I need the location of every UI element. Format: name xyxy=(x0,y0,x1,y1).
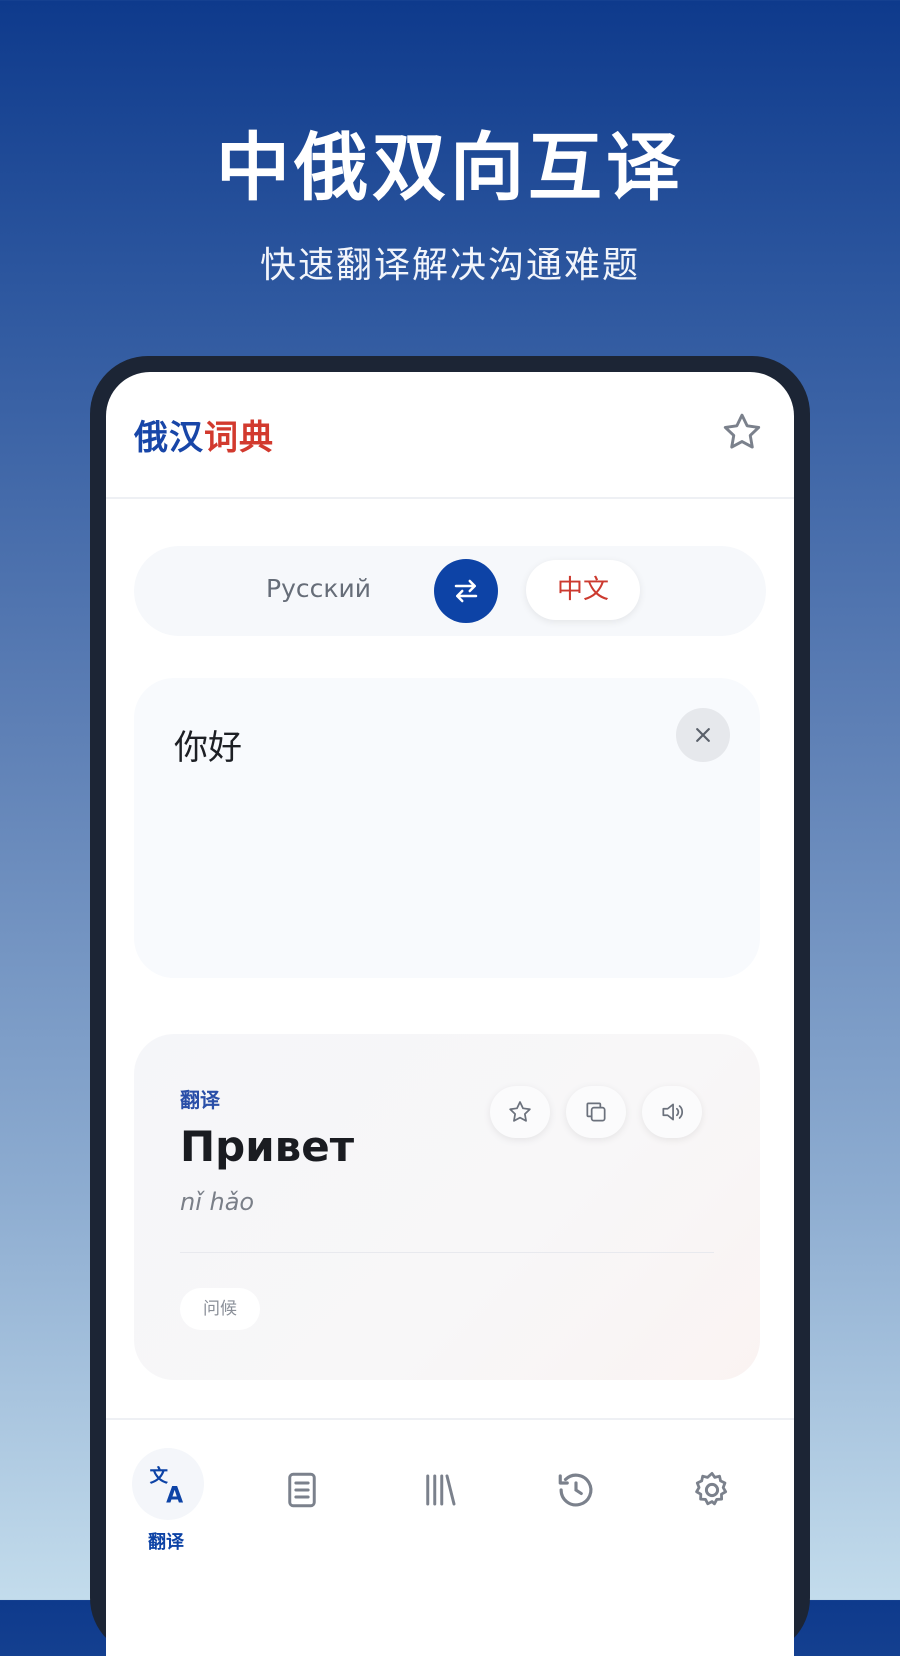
nav-settings[interactable] xyxy=(672,1450,752,1530)
result-label: 翻译 xyxy=(180,1088,220,1112)
target-language[interactable]: 中文 xyxy=(526,560,640,620)
copy-icon xyxy=(586,1102,606,1122)
translate-icon: 文 A xyxy=(150,1465,184,1506)
speaker-icon xyxy=(662,1103,684,1121)
bottom-navigation: 文 A 翻译 xyxy=(106,1418,794,1620)
nav-dictionary[interactable] xyxy=(262,1450,342,1530)
hero-title: 中俄双向互译 xyxy=(216,125,684,211)
nav-translate-label: 翻译 xyxy=(148,1532,184,1553)
nav-history[interactable] xyxy=(536,1450,616,1530)
input-area[interactable]: 你好 xyxy=(134,678,760,978)
swap-languages-button[interactable] xyxy=(434,559,498,623)
hero-subtitle: 快速翻译解决沟通难题 xyxy=(259,245,640,286)
swap-arrows-icon xyxy=(454,579,478,603)
copy-button[interactable] xyxy=(566,1086,626,1138)
history-icon xyxy=(558,1473,593,1507)
language-bar: Русский 中文 xyxy=(134,546,766,636)
input-text[interactable]: 你好 xyxy=(174,720,242,769)
nav-translate[interactable]: 文 A xyxy=(132,1448,204,1520)
logo-part-1: 俄汉 xyxy=(134,418,204,458)
star-icon xyxy=(509,1101,531,1122)
nav-library[interactable] xyxy=(400,1450,480,1530)
app-header: 俄汉词典 xyxy=(106,372,794,499)
star-icon[interactable] xyxy=(720,410,764,454)
gear-icon xyxy=(695,1471,728,1506)
speak-button[interactable] xyxy=(642,1086,702,1138)
book-icon xyxy=(288,1472,316,1508)
app-screen: 俄汉词典 Русский 中文 你好 翻译 Привет nǐ hǎo 问候 文… xyxy=(106,372,794,1656)
result-word: Привет xyxy=(180,1122,355,1171)
result-pinyin: nǐ hǎo xyxy=(180,1188,255,1216)
svg-text:A: A xyxy=(166,1483,183,1506)
favorite-button[interactable] xyxy=(490,1086,550,1138)
divider xyxy=(180,1252,714,1253)
source-language[interactable]: Русский xyxy=(266,574,371,603)
clear-input-button[interactable] xyxy=(676,708,730,762)
translation-result-card: 翻译 Привет nǐ hǎo 问候 xyxy=(134,1034,760,1380)
library-icon xyxy=(426,1474,456,1506)
phone-frame: 俄汉词典 Русский 中文 你好 翻译 Привет nǐ hǎo 问候 文… xyxy=(90,356,810,1656)
logo-part-2: 词典 xyxy=(204,418,274,458)
category-tag[interactable]: 问候 xyxy=(180,1288,260,1330)
close-icon xyxy=(696,728,710,742)
app-logo: 俄汉词典 xyxy=(134,410,274,459)
